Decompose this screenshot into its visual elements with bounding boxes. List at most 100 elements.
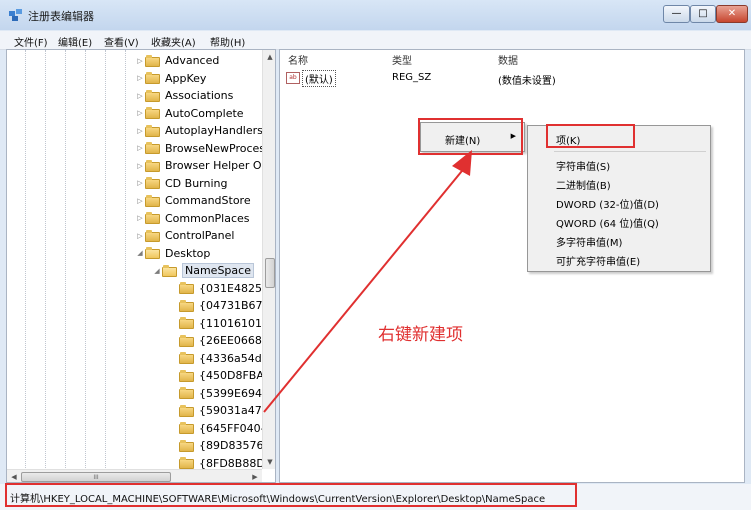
folder-icon [179, 439, 194, 452]
folder-icon [179, 299, 194, 312]
submenu-item-binary[interactable]: 二进制值(B) [556, 177, 611, 192]
string-value-icon: ab [286, 72, 300, 84]
submenu-item-dword[interactable]: DWORD (32-位)值(D) [556, 196, 659, 211]
folder-icon [179, 282, 194, 294]
scroll-left-arrow-icon[interactable]: ◀ [7, 470, 21, 482]
tree-item-label: NameSpace [182, 263, 254, 278]
tree-item[interactable]: ▷ BrowseNewProces [135, 140, 265, 157]
collapsed-arrow-icon[interactable]: ▷ [135, 214, 145, 222]
folder-icon [145, 194, 160, 207]
vertical-scroll-thumb[interactable] [265, 258, 275, 288]
horizontal-scroll-thumb[interactable]: III [21, 472, 171, 482]
tree-item[interactable]: {450D8FBA-. [169, 367, 271, 384]
tree-item-label: ControlPanel [165, 229, 235, 242]
tree-item[interactable]: ▷ Advanced [135, 52, 219, 69]
tree-item[interactable]: ▷ ControlPanel [135, 227, 234, 244]
tree-vertical-scrollbar[interactable]: ▲ ▼ [262, 50, 275, 469]
collapsed-arrow-icon[interactable]: ▷ [135, 197, 145, 205]
folder-icon [145, 107, 160, 119]
tree-item[interactable]: ▷ CD Burning [135, 175, 227, 192]
minimize-button[interactable]: — [663, 5, 690, 23]
tree-item[interactable]: {26EE0668-A [169, 332, 273, 349]
tree-item[interactable]: {5399E694-6 [169, 385, 273, 402]
column-header-data[interactable]: 数据 [498, 52, 518, 67]
tree-item[interactable]: {4336a54d-( [169, 350, 270, 367]
tree-item-label: Associations [165, 89, 234, 102]
menu-separator [554, 151, 706, 152]
maximize-button[interactable]: □ [690, 5, 716, 23]
annotation-text: 右键新建项 [378, 325, 463, 345]
collapsed-arrow-icon[interactable]: ▷ [135, 162, 145, 170]
collapsed-arrow-icon[interactable]: ▷ [135, 144, 145, 152]
tree-item[interactable]: {11016101-E [169, 315, 273, 332]
tree-item[interactable]: ▷ Associations [135, 87, 233, 104]
collapsed-arrow-icon[interactable]: ▷ [135, 109, 145, 117]
column-header-type[interactable]: 类型 [392, 52, 412, 67]
collapsed-arrow-icon[interactable]: ▷ [135, 232, 145, 240]
tree-horizontal-scrollbar[interactable]: ◀ III ▶ [7, 469, 262, 482]
menu-edit[interactable]: 编辑(E) [58, 34, 92, 49]
folder-icon [179, 457, 194, 469]
folder-icon [145, 142, 160, 154]
folder-icon [179, 317, 194, 329]
collapsed-arrow-icon[interactable]: ▷ [135, 179, 145, 187]
collapsed-arrow-icon[interactable]: ▷ [135, 127, 145, 135]
value-row-default[interactable]: ab (默认) [286, 69, 336, 87]
submenu-item-expandable-string[interactable]: 可扩充字符串值(E) [556, 253, 640, 268]
tree-guide-line [125, 50, 126, 468]
close-button[interactable]: ✕ [716, 5, 748, 23]
tree-item-label: {04731B67-[ [199, 299, 271, 312]
scroll-up-arrow-icon[interactable]: ▲ [263, 50, 275, 64]
registry-tree-pane[interactable]: ▷ Advanced ▷ AppKey ▷ Associations ▷ AutoComple… [6, 49, 276, 483]
folder-icon [145, 177, 160, 189]
folder-icon [179, 369, 194, 382]
tree-item[interactable]: ▷ CommonPlaces [135, 210, 249, 227]
tree-item-label: AutoplayHandlers [165, 124, 263, 137]
value-type: REG_SZ [392, 72, 432, 83]
tree-item[interactable]: ▷ CommandStore [135, 192, 250, 209]
tree-item[interactable]: ▷ AppKey [135, 70, 206, 87]
tree-guide-line [105, 50, 106, 468]
tree-guide-line [25, 50, 26, 468]
tree-item-label: BrowseNewProces [165, 141, 266, 155]
collapsed-arrow-icon[interactable]: ▷ [135, 92, 145, 100]
submenu-item-string[interactable]: 字符串值(S) [556, 158, 610, 173]
tree-item[interactable]: {59031a47-3 [169, 402, 273, 419]
highlight-new-menu [418, 118, 523, 155]
collapsed-arrow-icon[interactable]: ▷ [135, 57, 145, 65]
menu-view[interactable]: 查看(V) [104, 34, 139, 49]
expanded-arrow-icon[interactable]: ◢ [135, 249, 145, 257]
scroll-right-arrow-icon[interactable]: ▶ [248, 470, 262, 482]
tree-item[interactable]: ◢ Desktop [135, 245, 210, 262]
minimize-icon: — [671, 8, 682, 19]
tree-item[interactable]: ▷ Browser Helper Ol [135, 157, 264, 174]
tree-item[interactable]: ▷ AutoplayHandlers [135, 122, 263, 139]
tree-item-label: AutoComplete [165, 106, 244, 120]
tree-item[interactable]: {645FF040-5 [169, 420, 272, 437]
tree-item[interactable]: {031E4825-7 [169, 280, 273, 297]
menu-file[interactable]: 文件(F) [14, 34, 48, 49]
folder-icon [179, 334, 194, 347]
window-title: 注册表编辑器 [28, 10, 94, 23]
tree-guide-line [45, 50, 46, 468]
column-header-name[interactable]: 名称 [288, 52, 308, 67]
tree-item-label: {4336a54d-( [199, 351, 270, 365]
highlight-status-path [5, 483, 577, 507]
tree-item-label: CD Burning [165, 176, 228, 190]
menu-help[interactable]: 帮助(H) [210, 34, 245, 49]
tree-item[interactable]: ◢ NameSpace [152, 262, 254, 279]
submenu-item-qword[interactable]: QWORD (64 位)值(Q) [556, 215, 659, 230]
menu-favorites[interactable]: 收藏夹(A) [151, 34, 196, 49]
folder-icon [145, 247, 160, 259]
title-bar[interactable]: 注册表编辑器 — □ ✕ [0, 0, 751, 30]
regedit-window: 注册表编辑器 — □ ✕ 文件(F) 编辑(E) 查看(V) 收藏夹(A) 帮助… [0, 0, 751, 510]
tree-item[interactable]: ▷ AutoComplete [135, 105, 244, 122]
expanded-arrow-icon[interactable]: ◢ [152, 267, 162, 275]
collapsed-arrow-icon[interactable]: ▷ [135, 74, 145, 82]
scroll-down-arrow-icon[interactable]: ▼ [263, 455, 275, 469]
menu-bar: 文件(F) 编辑(E) 查看(V) 收藏夹(A) 帮助(H) [0, 31, 751, 50]
tree-item[interactable]: {04731B67-[ [169, 297, 271, 314]
tree-item[interactable]: {89D83576-( [169, 437, 272, 454]
submenu-item-multi-string[interactable]: 多字符串值(M) [556, 234, 622, 249]
close-icon: ✕ [727, 8, 737, 19]
